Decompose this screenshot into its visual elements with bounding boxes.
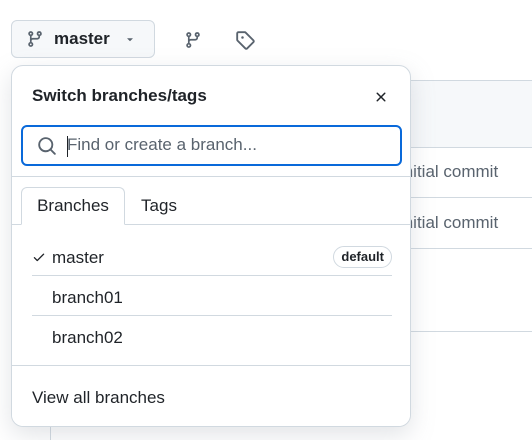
divider	[32, 275, 392, 276]
branch-item-master[interactable]: master default	[32, 237, 392, 277]
branch-search-input[interactable]	[67, 133, 387, 157]
search-icon	[37, 136, 57, 156]
commit-message[interactable]: Initial commit	[399, 213, 498, 233]
page: Initial commit Initial commit master Swi…	[0, 0, 532, 440]
branches-icon[interactable]	[182, 29, 204, 51]
branch-selector-label: master	[54, 29, 110, 48]
branch-name: branch01	[52, 288, 123, 307]
branch-item-branch01[interactable]: branch01	[32, 277, 392, 317]
close-icon[interactable]	[370, 86, 392, 108]
branch-dropdown: Switch branches/tags Branches Tags	[11, 65, 411, 427]
view-all-branches-link[interactable]: View all branches	[32, 388, 165, 408]
git-branch-icon	[26, 30, 44, 48]
dropdown-title: Switch branches/tags	[32, 86, 207, 105]
branch-search-box[interactable]	[21, 125, 402, 166]
tag-icon[interactable]	[234, 29, 256, 51]
branch-name: branch02	[52, 328, 123, 347]
branch-selector-button[interactable]: master	[11, 20, 155, 58]
branch-item-branch02[interactable]: branch02	[32, 317, 392, 357]
tab-branches[interactable]: Branches	[21, 187, 125, 225]
branch-name: master	[52, 248, 104, 267]
text-cursor	[67, 136, 68, 157]
divider	[12, 176, 410, 177]
dropdown-footer: View all branches	[12, 365, 410, 426]
commit-message[interactable]: Initial commit	[399, 162, 498, 182]
chevron-down-icon	[124, 33, 136, 45]
tab-tags[interactable]: Tags	[132, 187, 186, 225]
check-icon	[32, 250, 46, 264]
default-badge: default	[333, 246, 392, 268]
divider	[32, 315, 392, 316]
